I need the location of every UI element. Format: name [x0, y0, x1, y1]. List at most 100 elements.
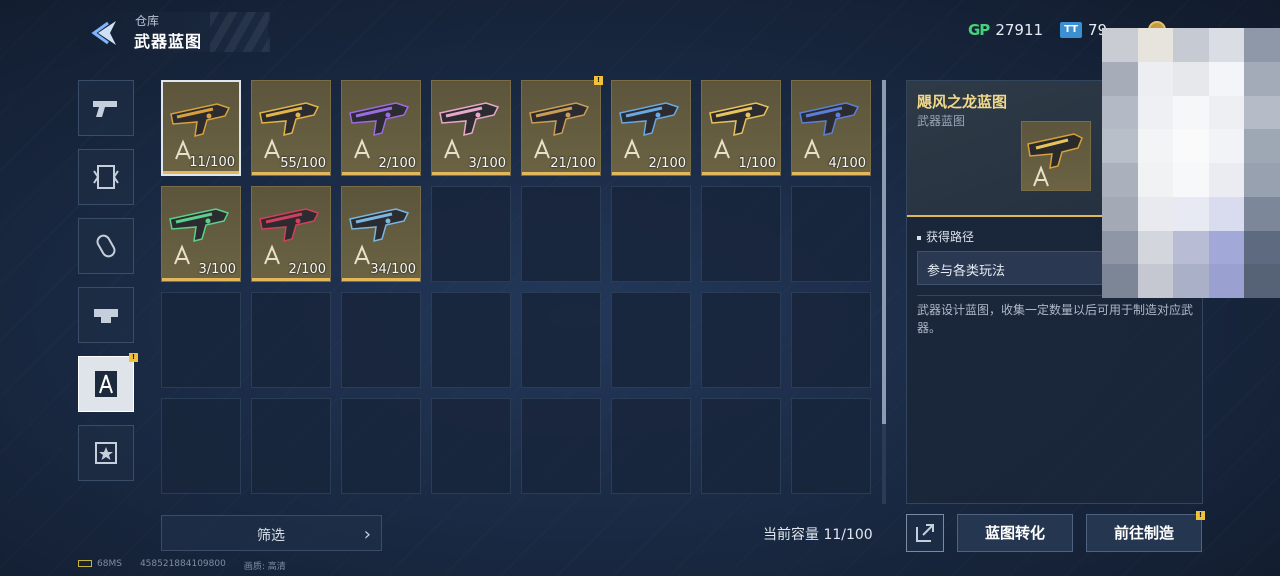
- blueprint-icon: [534, 138, 550, 159]
- pistol-icon: [93, 101, 117, 117]
- empty-slot[interactable]: [161, 398, 241, 494]
- item-name: 飓风之龙蓝图: [917, 93, 1008, 111]
- blueprint-slot[interactable]: 1/100: [701, 80, 781, 176]
- header-stripes: [210, 12, 270, 52]
- empty-slot[interactable]: [791, 398, 871, 494]
- pixelated-overlay: [1102, 28, 1280, 298]
- star-badge-icon: [95, 442, 117, 464]
- blueprint-slot[interactable]: 2/100: [611, 80, 691, 176]
- player-id: 458521884109800: [139, 559, 226, 569]
- filter-button[interactable]: 筛选 ›: [161, 515, 382, 551]
- chevron-right-icon: ›: [363, 524, 371, 545]
- empty-slot[interactable]: [341, 398, 421, 494]
- blueprint-icon: [264, 244, 280, 265]
- empty-slot[interactable]: [701, 292, 781, 388]
- item-count: 2/100: [288, 262, 326, 277]
- blueprint-icon: [444, 138, 460, 159]
- weapon-image: [619, 102, 680, 136]
- quality-indicator: 画质: 高清: [243, 562, 286, 572]
- blueprint-slot[interactable]: 34/100: [341, 186, 421, 282]
- gp-icon: GP: [968, 21, 990, 39]
- item-count: 2/100: [648, 156, 686, 171]
- sidebar-item-consumables[interactable]: [78, 218, 134, 274]
- blueprint-slot[interactable]: 11/100: [161, 80, 241, 176]
- item-count: 21/100: [550, 156, 596, 171]
- sidebar-item-vehicles[interactable]: [78, 287, 134, 343]
- weapon-image: [259, 102, 320, 136]
- item-count: 1/100: [738, 156, 776, 171]
- blueprint-icon: [624, 138, 640, 159]
- empty-slot[interactable]: [701, 398, 781, 494]
- convert-blueprint-button[interactable]: 蓝图转化: [957, 514, 1073, 552]
- weapon-image: [529, 102, 590, 136]
- empty-slot[interactable]: [791, 186, 871, 282]
- ticket-icon: TT: [1060, 22, 1082, 38]
- gp-value: 27911: [995, 21, 1044, 39]
- share-button[interactable]: [906, 514, 944, 552]
- empty-slot[interactable]: [521, 292, 601, 388]
- weapon-image: [349, 102, 410, 136]
- weapon-image: [259, 208, 320, 242]
- compass-icon: [95, 371, 117, 397]
- empty-slot[interactable]: [611, 292, 691, 388]
- empty-slot[interactable]: [431, 186, 511, 282]
- breadcrumb: 仓库: [135, 14, 160, 28]
- go-craft-button[interactable]: 前往制造: [1086, 514, 1202, 552]
- empty-slot[interactable]: [611, 398, 691, 494]
- empty-slot[interactable]: [341, 292, 421, 388]
- blueprint-slot[interactable]: 2/100: [341, 80, 421, 176]
- empty-slot[interactable]: [251, 398, 331, 494]
- item-count: 55/100: [280, 156, 326, 171]
- empty-slot[interactable]: [701, 186, 781, 282]
- grid-scrollbar[interactable]: [882, 80, 886, 504]
- blueprint-slot[interactable]: 4/100: [791, 80, 871, 176]
- blueprint-slot[interactable]: 55/100: [251, 80, 331, 176]
- empty-slot[interactable]: [611, 186, 691, 282]
- blueprint-icon: [174, 244, 190, 265]
- empty-slot[interactable]: [791, 292, 871, 388]
- blueprint-slot[interactable]: 21/100: [521, 80, 601, 176]
- empty-slot[interactable]: [251, 292, 331, 388]
- sidebar-item-blueprints[interactable]: [78, 356, 134, 412]
- blueprint-slot[interactable]: 3/100: [431, 80, 511, 176]
- new-item-badge: !: [594, 76, 603, 85]
- item-count: 11/100: [189, 155, 235, 170]
- item-count: 34/100: [370, 262, 416, 277]
- blueprint-slot[interactable]: 2/100: [251, 186, 331, 282]
- weapon-image: [169, 208, 230, 242]
- weapon-image: [439, 102, 500, 136]
- weapon-image: [170, 103, 231, 137]
- item-description: 武器设计蓝图，收集一定数量以后可用于制造对应武器。: [917, 303, 1194, 335]
- blueprint-alert-badge: !: [129, 353, 138, 362]
- blueprint-grid: 11/100 55/100 2/100 3/100 21/100 2/100 1/100 4/…: [161, 76, 873, 494]
- empty-slot[interactable]: [431, 398, 511, 494]
- sidebar-item-weapons[interactable]: [78, 80, 134, 136]
- back-arrow-icon[interactable]: [88, 17, 124, 49]
- item-type: 武器蓝图: [917, 114, 966, 128]
- blueprint-icon: [804, 138, 820, 159]
- capsule-icon: [96, 234, 116, 258]
- blueprint-icon: [354, 244, 370, 265]
- filter-label: 筛选: [257, 528, 285, 544]
- battery-icon: [78, 560, 92, 567]
- scrollbar-thumb[interactable]: [882, 80, 886, 424]
- gp-currency: GP 27911: [968, 21, 1043, 39]
- item-count: 3/100: [198, 262, 236, 277]
- card-icon: [93, 165, 119, 189]
- share-icon: [916, 524, 934, 542]
- sidebar-item-cards[interactable]: [78, 149, 134, 205]
- empty-slot[interactable]: [161, 292, 241, 388]
- empty-slot[interactable]: [431, 292, 511, 388]
- blueprint-slot[interactable]: 3/100: [161, 186, 241, 282]
- weapon-image: [799, 102, 860, 136]
- item-count: 3/100: [468, 156, 506, 171]
- armor-icon: [94, 309, 118, 323]
- status-footer: 68MS 458521884109800 画质: 高清: [78, 559, 286, 572]
- blueprint-icon: [354, 138, 370, 159]
- weapon-image: [1027, 133, 1083, 187]
- empty-slot[interactable]: [521, 186, 601, 282]
- empty-slot[interactable]: [521, 398, 601, 494]
- sidebar-item-badges[interactable]: [78, 425, 134, 481]
- storage-capacity: 当前容量 11/100: [763, 527, 873, 543]
- weapon-image: [709, 102, 770, 136]
